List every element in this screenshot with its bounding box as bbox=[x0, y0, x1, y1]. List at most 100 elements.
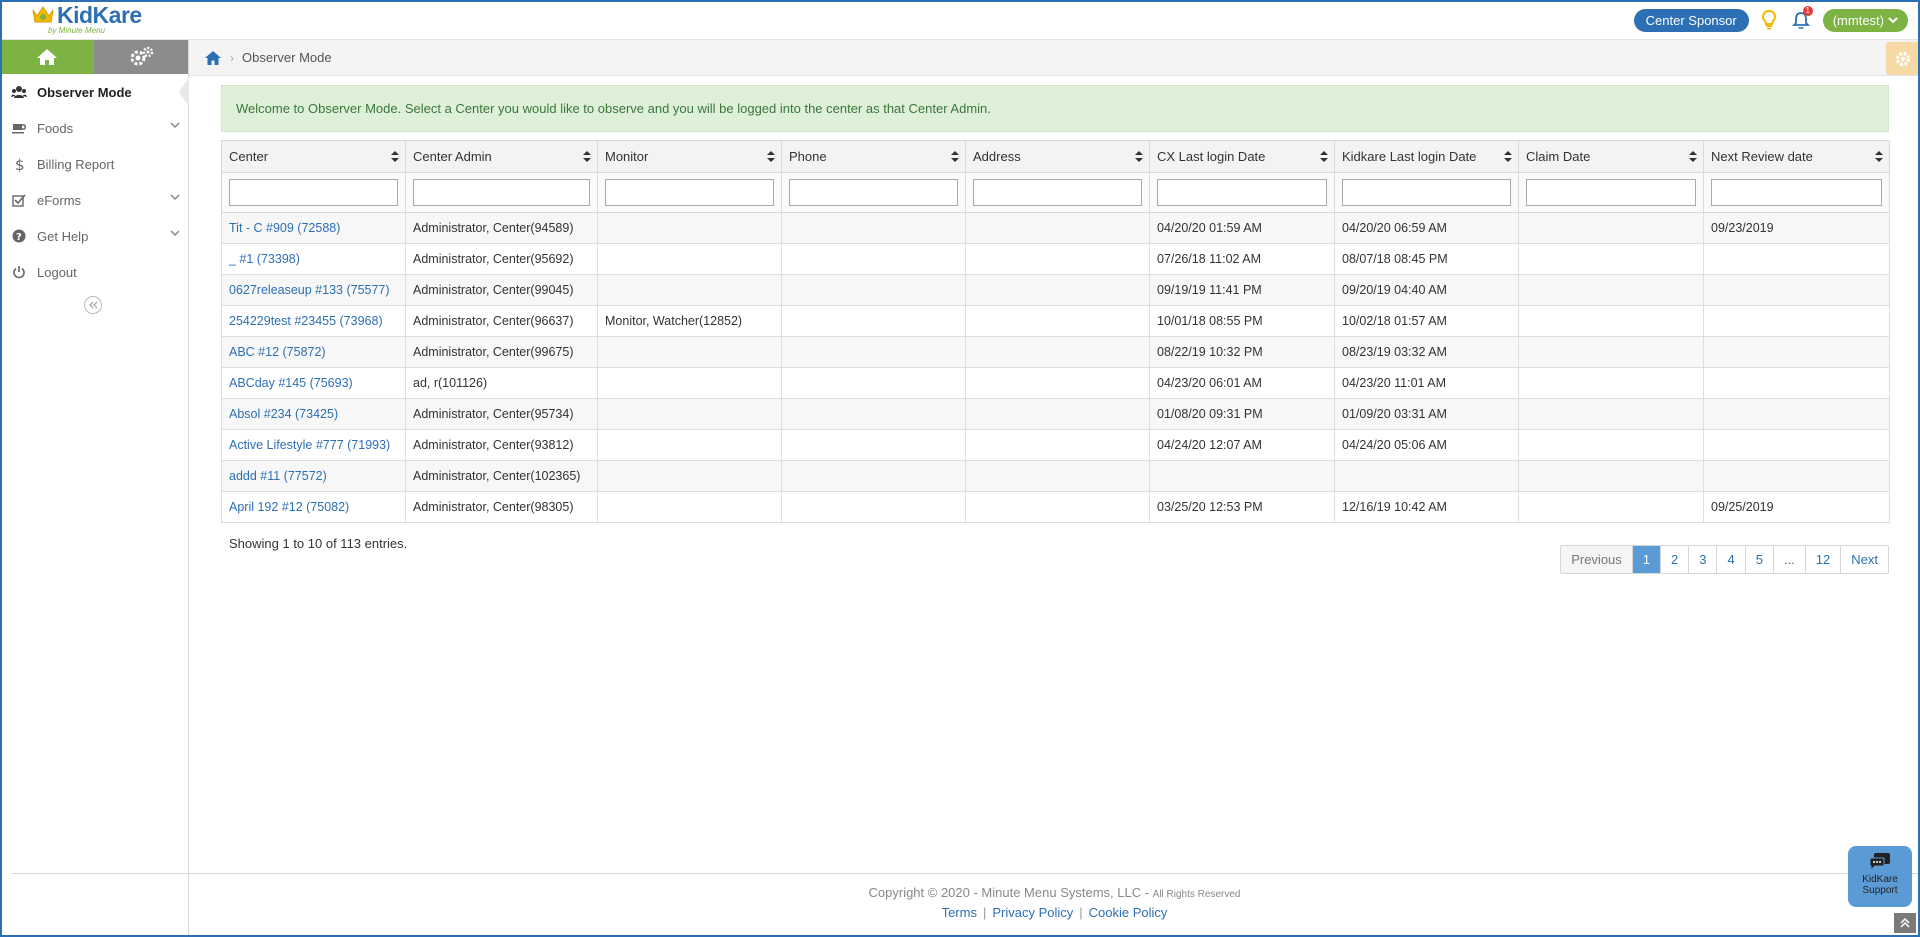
column-header[interactable]: Next Review date bbox=[1703, 140, 1890, 173]
sidebar-item-billing-report[interactable]: $ Billing Report bbox=[0, 146, 188, 182]
user-menu-button[interactable]: (mmtest) bbox=[1822, 8, 1908, 32]
sidebar-item-get-help[interactable]: ? Get Help bbox=[0, 218, 188, 254]
table-row: _ #1 (73398) Administrator, Center(95692)… bbox=[221, 243, 1890, 275]
page-button[interactable]: 4 bbox=[1716, 546, 1745, 573]
sidebar-item-label: Get Help bbox=[37, 228, 89, 244]
table-cell-claim bbox=[1518, 305, 1704, 337]
center-link[interactable]: addd #11 (77572) bbox=[229, 469, 327, 483]
column-header-label: Center Admin bbox=[413, 149, 492, 164]
column-header[interactable]: CX Last login Date bbox=[1149, 140, 1335, 173]
collapse-sidebar-button[interactable] bbox=[84, 296, 102, 314]
logo-crown-icon bbox=[32, 6, 54, 23]
page-button[interactable]: 5 bbox=[1744, 546, 1773, 573]
user-label: (mmtest) bbox=[1832, 12, 1884, 28]
center-link[interactable]: 254229test #23455 (73968) bbox=[229, 314, 383, 328]
table-cell-kk-login: 09/20/19 04:40 AM bbox=[1334, 274, 1519, 306]
page-button[interactable]: 2 bbox=[1660, 546, 1689, 573]
table-cell-address bbox=[965, 274, 1150, 306]
page-button[interactable]: 3 bbox=[1688, 546, 1717, 573]
table-row: Active Lifestyle #777 (71993) Administrat… bbox=[221, 429, 1890, 461]
chat-icon bbox=[1869, 853, 1890, 872]
next-page-button[interactable]: Next bbox=[1840, 546, 1888, 573]
table-cell-monitor: Monitor, Watcher(12852) bbox=[597, 305, 782, 337]
page-settings-button[interactable] bbox=[1886, 42, 1920, 75]
table-cell-review: 09/23/2019 bbox=[1703, 212, 1890, 244]
column-header-label: Monitor bbox=[605, 149, 649, 164]
link-divider: | bbox=[1079, 905, 1083, 920]
sort-icon bbox=[1875, 150, 1883, 165]
table-cell-cx-login: 04/20/20 01:59 AM bbox=[1149, 212, 1335, 244]
center-link[interactable]: Active Lifestyle #777 (71993) bbox=[229, 438, 390, 452]
column-header[interactable]: Address bbox=[965, 140, 1150, 173]
column-header[interactable]: Kidkare Last login Date bbox=[1334, 140, 1519, 173]
checkbox-icon bbox=[11, 192, 27, 208]
sidebar-item-eforms[interactable]: eForms bbox=[0, 182, 188, 218]
center-link[interactable]: Tit - C #909 (72588) bbox=[229, 221, 340, 235]
kidkare-support-button[interactable]: KidKare Support bbox=[1848, 846, 1912, 907]
filter-cell bbox=[1149, 172, 1335, 213]
table-cell-review bbox=[1703, 274, 1890, 306]
column-header[interactable]: Monitor bbox=[597, 140, 782, 173]
table-cell-review bbox=[1703, 367, 1890, 399]
table-cell-center: Active Lifestyle #777 (71993) bbox=[221, 429, 406, 461]
column-header[interactable]: Center Admin bbox=[405, 140, 598, 173]
settings-tab[interactable] bbox=[93, 40, 188, 74]
column-header[interactable]: Claim Date bbox=[1518, 140, 1704, 173]
sort-icon bbox=[583, 150, 591, 165]
table-cell-center: Tit - C #909 (72588) bbox=[221, 212, 406, 244]
sidebar-menu: Observer Mode Foods $ Billing Report eFo… bbox=[0, 74, 189, 290]
column-filter-input[interactable] bbox=[1526, 179, 1696, 206]
chevron-down-icon bbox=[1888, 16, 1898, 23]
column-header[interactable]: Phone bbox=[781, 140, 966, 173]
scroll-to-top-button[interactable] bbox=[1894, 913, 1916, 933]
column-filter-input[interactable] bbox=[973, 179, 1142, 206]
table-cell-review bbox=[1703, 429, 1890, 461]
previous-page-button[interactable]: Previous bbox=[1561, 546, 1632, 573]
sort-icon bbox=[951, 150, 959, 165]
table-cell-kk-login: 04/23/20 11:01 AM bbox=[1334, 367, 1519, 399]
table-cell-kk-login bbox=[1334, 460, 1519, 492]
table-cell-kk-login: 08/23/19 03:32 AM bbox=[1334, 336, 1519, 368]
table-cell-admin: ad, r(101126) bbox=[405, 367, 598, 399]
column-filter-input[interactable] bbox=[1157, 179, 1327, 206]
home-tab[interactable] bbox=[0, 40, 94, 74]
table-cell-review bbox=[1703, 243, 1890, 275]
center-link[interactable]: ABCday #145 (75693) bbox=[229, 376, 353, 390]
column-filter-input[interactable] bbox=[1342, 179, 1511, 206]
center-link[interactable]: Absol #234 (73425) bbox=[229, 407, 338, 421]
column-filter-input[interactable] bbox=[605, 179, 774, 206]
table-cell-claim bbox=[1518, 491, 1704, 523]
column-header[interactable]: Center bbox=[221, 140, 406, 173]
page-button[interactable]: 1 bbox=[1631, 546, 1661, 573]
center-link[interactable]: April 192 #12 (75082) bbox=[229, 500, 349, 514]
table-header-row: Center Center Admin Monitor Phone Address CX … bbox=[221, 140, 1890, 173]
center-link[interactable]: 0627releaseup #133 (75577) bbox=[229, 283, 390, 297]
terms-link[interactable]: Terms bbox=[942, 905, 977, 920]
sidebar-item-observer-mode[interactable]: Observer Mode bbox=[0, 74, 189, 110]
page-button[interactable]: 12 bbox=[1804, 546, 1841, 573]
table-cell-kk-login: 01/09/20 03:31 AM bbox=[1334, 398, 1519, 430]
cookie-policy-link[interactable]: Cookie Policy bbox=[1089, 905, 1168, 920]
sidebar-item-label: Logout bbox=[37, 264, 77, 280]
breadcrumb: › Observer Mode bbox=[189, 40, 1920, 76]
table-cell-claim bbox=[1518, 243, 1704, 275]
table-cell-address bbox=[965, 460, 1150, 492]
sidebar-item-foods[interactable]: Foods bbox=[0, 110, 188, 146]
center-link[interactable]: ABC #12 (75872) bbox=[229, 345, 326, 359]
column-filter-input[interactable] bbox=[1711, 179, 1882, 206]
table-cell-cx-login: 04/24/20 12:07 AM bbox=[1149, 429, 1335, 461]
breadcrumb-home-icon[interactable] bbox=[204, 50, 222, 66]
svg-text:$: $ bbox=[15, 156, 25, 172]
notifications-bell-icon[interactable]: 1 bbox=[1789, 6, 1813, 32]
kidkare-logo[interactable]: KidKare bbox=[30, 2, 142, 28]
column-filter-input[interactable] bbox=[789, 179, 958, 206]
table-cell-cx-login: 09/19/19 11:41 PM bbox=[1149, 274, 1335, 306]
sidebar-item-logout[interactable]: Logout bbox=[0, 254, 188, 290]
center-link[interactable]: _ #1 (73398) bbox=[229, 252, 300, 266]
column-filter-input[interactable] bbox=[413, 179, 590, 206]
center-sponsor-button[interactable]: Center Sponsor bbox=[1633, 8, 1749, 32]
column-filter-input[interactable] bbox=[229, 179, 398, 206]
lightbulb-icon[interactable] bbox=[1759, 9, 1779, 31]
table-row: Absol #234 (73425) Administrator, Center(… bbox=[221, 398, 1890, 430]
privacy-policy-link[interactable]: Privacy Policy bbox=[992, 905, 1073, 920]
